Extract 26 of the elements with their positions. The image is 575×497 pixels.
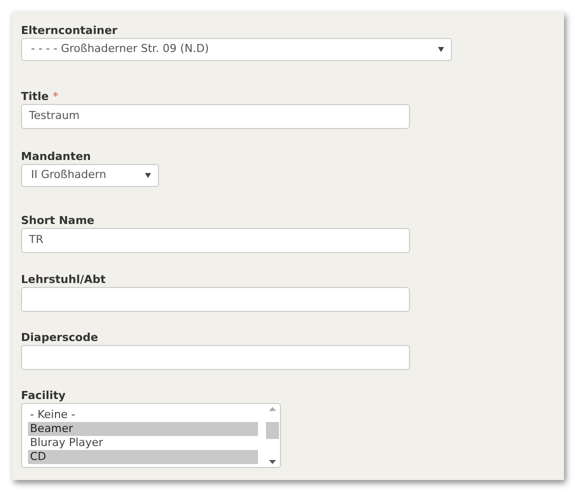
field-label: Short Name: [21, 214, 94, 228]
text-field[interactable]: TR: [21, 228, 410, 253]
caret-icon: [145, 173, 151, 178]
scroll-down-icon[interactable]: [268, 460, 276, 464]
dropdown-value: II Großhadern: [31, 167, 106, 184]
dropdown[interactable]: II Großhadern: [21, 164, 159, 187]
field-label: Mandanten: [21, 150, 91, 164]
required-mark: *: [52, 90, 58, 104]
field-label: Elterncontainer: [21, 24, 118, 38]
dropdown[interactable]: - - - - Großhaderner Str. 09 (N.D): [21, 38, 452, 61]
list-option[interactable]: - Keine -: [28, 408, 258, 422]
field-label: Lehrstuhl/Abt: [21, 273, 106, 287]
listbox[interactable]: - Keine - Beamer Bluray Player CD: [21, 403, 281, 468]
scroll-thumb[interactable]: [266, 422, 278, 439]
caret-icon: [438, 47, 444, 52]
field-label: Facility: [21, 389, 66, 403]
dropdown-value: - - - - Großhaderner Str. 09 (N.D): [31, 41, 209, 58]
field-label: Diaperscode: [21, 331, 98, 345]
text-field[interactable]: [21, 287, 410, 312]
scroll-up-icon[interactable]: [268, 407, 276, 411]
list-option[interactable]: Bluray Player: [28, 436, 258, 450]
field-label: Title: [21, 90, 49, 104]
text-field[interactable]: [21, 345, 410, 370]
list-option[interactable]: Beamer: [28, 422, 258, 436]
list-option[interactable]: CD: [28, 450, 258, 464]
text-field[interactable]: Testraum: [21, 104, 410, 129]
